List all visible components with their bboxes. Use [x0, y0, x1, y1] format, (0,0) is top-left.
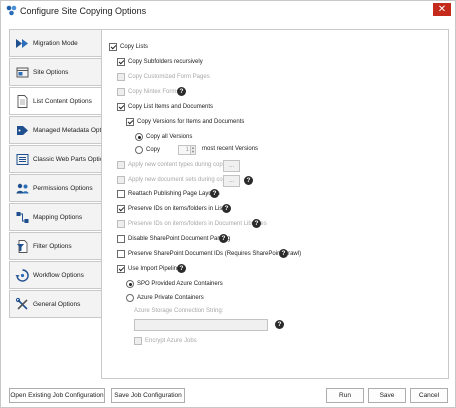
checkbox-box: [109, 43, 117, 51]
browse-content-types-button[interactable]: ...: [223, 160, 240, 172]
filter-icon: [17, 240, 28, 253]
checkbox-box: [117, 161, 125, 169]
checkbox-box: [134, 337, 142, 345]
checkbox-box: [117, 88, 125, 96]
radio-dot: [135, 133, 143, 141]
tab-label: Classic Web Parts Options: [33, 156, 111, 163]
help-icon[interactable]: ?: [279, 249, 288, 258]
tab-classic-web-parts-options[interactable]: Classic Web Parts Options: [9, 145, 110, 173]
preserve-ids-lists-checkbox[interactable]: Preserve IDs on items/folders in Lists: [117, 205, 227, 213]
browse-document-sets-button[interactable]: ...: [223, 175, 240, 187]
tab-list-content-options[interactable]: List Content Options: [9, 87, 102, 115]
dialog-window: Configure Site Copying Options ✕ Migrati…: [0, 0, 456, 408]
close-icon: ✕: [437, 4, 447, 15]
run-button[interactable]: Run: [326, 388, 364, 403]
window-title: Configure Site Copying Options: [20, 6, 147, 16]
help-icon[interactable]: ?: [177, 264, 186, 273]
tab-workflow-options[interactable]: Workflow Options: [9, 261, 102, 289]
copy-lists-checkbox[interactable]: Copy Lists: [109, 43, 148, 51]
save-button[interactable]: Save: [368, 388, 406, 403]
checkbox-box: [117, 235, 125, 243]
help-icon[interactable]: ?: [222, 204, 231, 213]
help-icon[interactable]: ?: [275, 320, 284, 329]
apply-content-types-checkbox[interactable]: Apply new content types during copy: [117, 161, 226, 169]
azure-private-containers-radio[interactable]: Azure Private Containers: [126, 294, 204, 302]
help-icon[interactable]: ?: [177, 87, 186, 96]
tab-label: General Options: [33, 301, 81, 308]
checkbox-box: [126, 118, 134, 126]
checkbox-box: [117, 73, 125, 81]
web-part-icon: [16, 154, 29, 165]
title-bar: Configure Site Copying Options ✕: [1, 1, 456, 21]
tab-filter-options[interactable]: Filter Options: [9, 232, 102, 260]
stepper-arrows-icon[interactable]: ▲ ▼: [190, 145, 196, 155]
checkbox-box: [117, 58, 125, 66]
cancel-button[interactable]: Cancel: [410, 388, 448, 403]
preserve-ids-libraries-checkbox[interactable]: Preserve IDs on items/folders in Documen…: [117, 220, 267, 228]
radio-dot: [126, 294, 134, 302]
radio-dot: [135, 146, 143, 154]
checkbox-box: [117, 190, 125, 198]
spo-containers-radio[interactable]: SPO Provided Azure Containers: [126, 280, 223, 288]
tab-label: Migration Mode: [33, 40, 78, 47]
disable-doc-parsing-checkbox[interactable]: Disable SharePoint Document Parsing: [117, 235, 230, 243]
close-button[interactable]: ✕: [433, 3, 451, 16]
tab-site-options[interactable]: Site Options: [9, 58, 102, 86]
checkbox-box: [117, 265, 125, 273]
help-icon[interactable]: ?: [244, 176, 253, 185]
tab-label: List Content Options: [33, 98, 92, 105]
preserve-doc-ids-checkbox[interactable]: Preserve SharePoint Document IDs (Requir…: [117, 250, 301, 258]
site-icon: [16, 67, 29, 78]
tab-label: Site Options: [33, 69, 69, 76]
copy-subfolders-checkbox[interactable]: Copy Subfolders recursively: [117, 58, 203, 66]
tag-icon: [17, 126, 28, 135]
use-import-pipeline-checkbox[interactable]: Use Import Pipeline: [117, 265, 180, 273]
tools-icon: [15, 297, 28, 310]
tab-mapping-options[interactable]: Mapping Options: [9, 203, 102, 231]
help-icon[interactable]: ?: [219, 234, 228, 243]
azure-connection-input[interactable]: [134, 319, 268, 331]
document-icon: [17, 95, 28, 108]
tab-general-options[interactable]: General Options: [9, 290, 102, 318]
tab-label: Filter Options: [33, 243, 72, 250]
copy-customized-forms-checkbox[interactable]: Copy Customized Form Pages: [117, 73, 210, 81]
tab-permissions-options[interactable]: Permissions Options: [9, 174, 102, 202]
tab-label: Mapping Options: [33, 214, 83, 221]
help-icon[interactable]: ?: [252, 219, 261, 228]
app-icon: [6, 5, 17, 16]
options-tab-list: Migration Mode Site Options List Content…: [9, 29, 113, 321]
azure-connection-label: Azure Storage Connection String:: [134, 308, 224, 314]
workflow-icon: [15, 269, 29, 282]
help-icon[interactable]: ?: [210, 189, 219, 198]
copy-n-versions-radio[interactable]: Copy: [135, 146, 160, 154]
checkbox-box: [117, 103, 125, 111]
checkbox-box: [117, 250, 125, 258]
copy-list-items-checkbox[interactable]: Copy List Items and Documents: [117, 103, 213, 111]
tab-label: Permissions Options: [33, 185, 93, 192]
tab-migration-mode[interactable]: Migration Mode: [9, 29, 102, 57]
checkbox-box: [117, 176, 125, 184]
save-job-configuration-button[interactable]: Save Job Configuration: [111, 388, 185, 403]
copy-all-versions-radio[interactable]: Copy all Versions: [135, 133, 192, 141]
copy-versions-checkbox[interactable]: Copy Versions for Items and Documents: [126, 118, 244, 126]
tab-label: Workflow Options: [33, 272, 84, 279]
copy-nintex-forms-checkbox[interactable]: Copy Nintex Forms: [117, 88, 179, 96]
encrypt-azure-jobs-checkbox[interactable]: Encrypt Azure Jobs: [134, 337, 197, 345]
versions-suffix-label: most recent Versions: [202, 146, 259, 152]
radio-dot: [126, 280, 134, 288]
arrows-icon: [16, 39, 28, 48]
apply-document-sets-checkbox[interactable]: Apply new document sets during copy: [117, 176, 229, 184]
open-existing-job-button[interactable]: Open Existing Job Configuration: [9, 388, 105, 403]
mapping-icon: [16, 212, 29, 223]
checkbox-box: [117, 220, 125, 228]
checkbox-box: [117, 205, 125, 213]
tab-managed-metadata-options[interactable]: Managed Metadata Options: [9, 116, 113, 144]
reattach-layouts-checkbox[interactable]: Reattach Publishing Page Layouts: [117, 190, 220, 198]
users-icon: [16, 183, 29, 194]
